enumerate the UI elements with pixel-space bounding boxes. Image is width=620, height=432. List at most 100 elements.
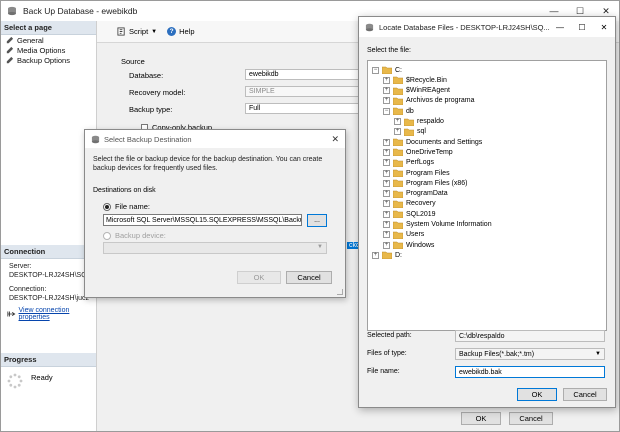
dialog-title: Select Backup Destination (104, 134, 192, 144)
maximize-button[interactable]: ☐ (571, 17, 593, 37)
backup-device-radio: Backup device: (103, 231, 166, 240)
sidebar-item-label: General (17, 35, 44, 45)
cancel-button[interactable]: Cancel (286, 271, 332, 284)
backup-device-select: ▼ (103, 242, 327, 254)
tree-item[interactable]: + $WinREAgent (383, 86, 450, 96)
progress-section: Progress Ready (1, 353, 96, 395)
tree-item-label: Documents and Settings (406, 138, 483, 146)
database-icon (8, 6, 16, 16)
tree-item[interactable]: + Program Files (383, 168, 450, 178)
file-name-radio[interactable]: File name: (103, 202, 150, 211)
browse-button[interactable]: ... (307, 214, 327, 227)
database-label: Database: (129, 71, 164, 80)
expand-icon[interactable]: + (383, 190, 390, 198)
close-button[interactable]: ✕ (593, 17, 615, 37)
folder-icon (393, 159, 403, 167)
script-button[interactable]: Script ▼ (117, 27, 157, 36)
sidebar-item-general[interactable]: General (1, 35, 96, 45)
expand-icon[interactable]: + (383, 97, 390, 105)
selected-path-field: C:\db\respaldo (455, 330, 605, 342)
tree-item[interactable]: + Program Files (x86) (383, 178, 467, 188)
sidebar-item-label: Media Options (17, 45, 66, 55)
wrench-icon (6, 46, 14, 53)
tree-item[interactable]: + ProgramData (383, 189, 448, 199)
connection-header: Connection (1, 245, 96, 259)
cancel-button[interactable]: Cancel (563, 388, 607, 401)
expand-icon[interactable]: + (383, 221, 390, 228)
sidebar-item-media-options[interactable]: Media Options (1, 45, 96, 55)
folder-icon (404, 118, 414, 126)
cancel-button[interactable]: Cancel (509, 412, 553, 425)
tree-item[interactable]: + Recovery (383, 199, 436, 209)
help-button[interactable]: ? Help (167, 27, 195, 36)
tree-item[interactable]: + System Volume Information (383, 220, 492, 230)
expand-icon[interactable]: + (383, 200, 390, 208)
tree-item[interactable]: + PerfLogs (383, 158, 434, 168)
tree-item[interactable]: + D: (372, 250, 402, 260)
select-file-label: Select the file: (367, 47, 411, 54)
ok-button[interactable]: OK (461, 412, 501, 425)
expand-icon[interactable]: + (383, 241, 390, 249)
main-footer: OK Cancel (97, 407, 619, 431)
tree-item[interactable]: + Windows (383, 240, 434, 250)
tree-item[interactable]: + Users (383, 230, 424, 240)
expand-icon[interactable]: + (383, 138, 390, 146)
expand-icon[interactable]: + (372, 251, 379, 259)
view-connection-properties-link[interactable]: View connection properties (1, 303, 96, 325)
dialog-title-bar: Select Backup Destination (85, 130, 345, 148)
folder-icon (393, 87, 403, 95)
tree-item[interactable]: − db (383, 106, 414, 116)
collapse-icon[interactable]: − (372, 66, 379, 74)
expand-icon[interactable]: + (383, 87, 390, 95)
locate-database-files-dialog: Locate Database Files - DESKTOP-LRJ24SH\… (358, 16, 616, 408)
expand-icon[interactable]: + (383, 159, 390, 167)
expand-icon[interactable]: + (383, 76, 390, 84)
tree-item[interactable]: + SQL2019 (383, 209, 436, 219)
expand-icon[interactable]: + (383, 169, 390, 177)
expand-icon[interactable]: + (394, 128, 401, 136)
recovery-model-label: Recovery model: (129, 88, 186, 97)
tree-item-label: $Recycle.Bin (406, 76, 447, 84)
tree-item-label: SQL2019 (406, 210, 436, 218)
chevron-down-icon: ▼ (595, 351, 601, 357)
ok-button[interactable]: OK (517, 388, 557, 401)
tree-item[interactable]: − C: (372, 65, 402, 75)
minimize-button[interactable]: — (549, 17, 571, 37)
tree-item[interactable]: + respaldo (394, 117, 444, 127)
folder-icon (393, 200, 403, 208)
tree-item-label: D: (395, 251, 402, 259)
database-icon (91, 135, 100, 143)
tree-item-label: $WinREAgent (406, 87, 450, 95)
tree-item[interactable]: + Archivos de programa (383, 96, 474, 106)
drive-folder-icon (382, 252, 392, 260)
collapse-icon[interactable]: − (383, 107, 390, 115)
expand-icon[interactable]: + (383, 210, 390, 218)
files-of-type-value: Backup Files(*.bak;*.tm) (459, 351, 535, 358)
expand-icon[interactable]: + (383, 179, 390, 187)
folder-icon (393, 231, 403, 239)
expand-icon[interactable]: + (394, 118, 401, 125)
tree-item[interactable]: + Documents and Settings (383, 137, 482, 147)
backup-type-select[interactable]: Full (245, 103, 365, 114)
progress-status-row: Ready (1, 367, 96, 395)
tree-item-label: System Volume Information (406, 221, 492, 228)
connection-label: Connection: (9, 286, 47, 293)
close-icon[interactable]: ✕ (331, 134, 339, 145)
tree-item[interactable]: + sql (394, 127, 426, 137)
database-select[interactable]: ewebikdb (245, 69, 365, 80)
expand-icon[interactable]: + (383, 231, 390, 239)
window-title: Back Up Database - ewebikdb (23, 6, 138, 16)
files-of-type-select[interactable]: Backup Files(*.bak;*.tm) ▼ (455, 348, 605, 360)
sidebar-item-label: Backup Options (17, 55, 70, 65)
folder-icon (393, 210, 403, 219)
view-connection-label: View connection properties (18, 307, 70, 321)
tree-item[interactable]: + OneDriveTemp (383, 147, 453, 157)
tree-item-label: Archivos de programa (406, 97, 475, 105)
folder-tree[interactable]: − C: + $Recycle.Bin + $WinREAgent + Archivos de… (367, 60, 607, 331)
resize-grip[interactable] (337, 289, 343, 295)
expand-icon[interactable]: + (383, 148, 390, 156)
file-name-input[interactable]: ewebikdb.bak (455, 366, 605, 378)
file-name-input[interactable]: Microsoft SQL Server\MSSQL15.SQLEXPRESS\… (103, 214, 302, 226)
sidebar-item-backup-options[interactable]: Backup Options (1, 55, 96, 65)
tree-item[interactable]: + $Recycle.Bin (383, 75, 447, 85)
